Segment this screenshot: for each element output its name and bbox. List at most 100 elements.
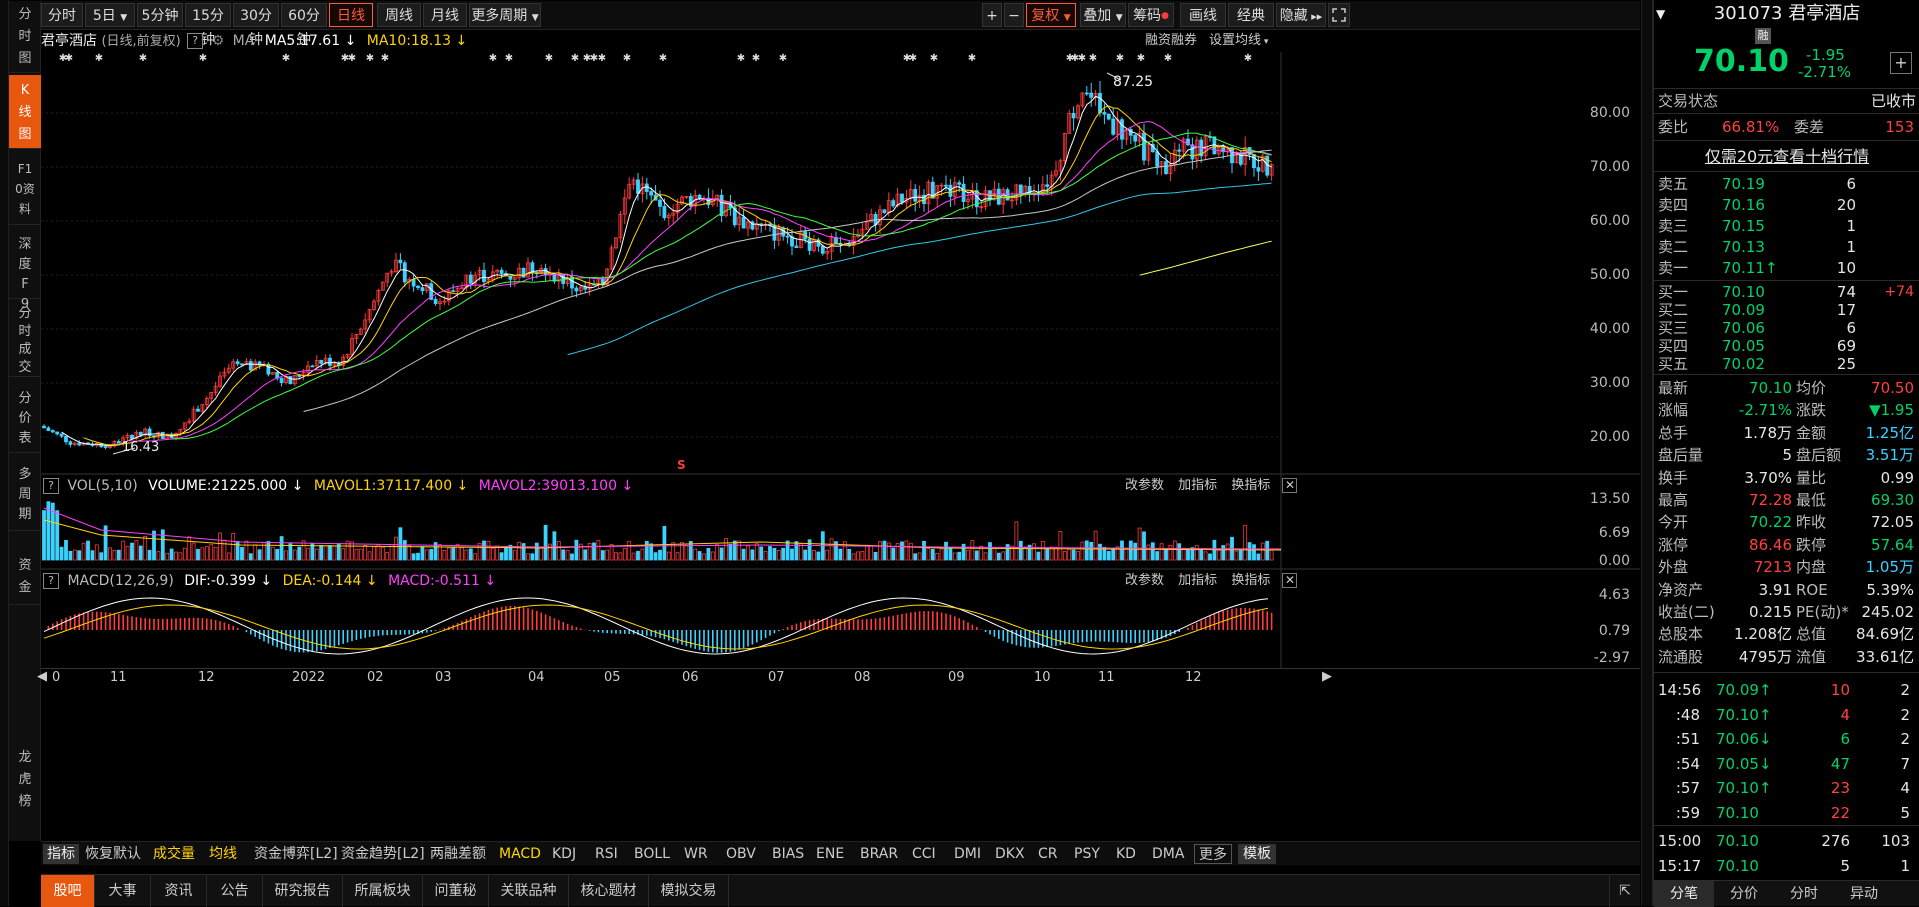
ind-ene[interactable]: ENE [816, 844, 844, 864]
classic-button[interactable]: 经典 [1228, 3, 1274, 27]
level2-promo-link[interactable]: 仅需20元查看十档行情 [1654, 146, 1919, 168]
ind-more[interactable]: 更多 [1194, 844, 1232, 864]
ind-obv[interactable]: OBV [726, 844, 756, 864]
ind-cr[interactable]: CR [1038, 844, 1058, 864]
close-icon[interactable]: ✕ [1282, 478, 1298, 493]
period-weekly[interactable]: 周线 [377, 3, 421, 27]
help-button[interactable]: ? [43, 573, 59, 589]
macd-add-indicator[interactable]: 加指标 [1178, 573, 1217, 588]
left-nav: 分时图 K线图 F10资料 深度F9 分时成交 分价表 多周期 资金 龙虎榜 [9, 1, 41, 841]
nav-trades[interactable]: 分时成交 [9, 301, 41, 377]
vol-add-indicator[interactable]: 加指标 [1178, 478, 1217, 493]
tab-announcements[interactable]: 公告 [207, 875, 263, 907]
period-5min[interactable]: 5分钟 [137, 3, 183, 27]
nav-price-table[interactable]: 分价表 [9, 379, 41, 453]
tab-related[interactable]: 关联品种 [489, 875, 569, 907]
macd-switch-indicator[interactable]: 换指标 [1231, 573, 1270, 588]
overlay-button[interactable]: 叠加 ▼ [1080, 3, 1126, 27]
adjust-button[interactable]: 复权 ▼ [1026, 3, 1076, 27]
ask-row[interactable]: 卖三 70.15 1 [1654, 216, 1919, 237]
ind-boll[interactable]: BOLL [634, 844, 670, 864]
period-15min[interactable]: 15分钟 [185, 3, 231, 48]
period-60min[interactable]: 60分钟 [281, 3, 327, 48]
period-monthly[interactable]: 月线 [423, 3, 467, 27]
close-icon[interactable]: ✕ [1282, 573, 1298, 588]
ask-row[interactable]: 卖四 70.16 20 [1654, 195, 1919, 216]
indicator-menu[interactable]: 指标 [43, 844, 79, 864]
right-edge-handle[interactable] [1641, 0, 1653, 906]
ind-template[interactable]: 模板 [1238, 844, 1276, 864]
period-more[interactable]: 更多周期 ▼ [469, 3, 541, 27]
ind-kdj[interactable]: KDJ [552, 844, 576, 864]
scroll-right-icon[interactable]: ▶ [1322, 669, 1332, 684]
vol-edit-params[interactable]: 改参数 [1125, 478, 1164, 493]
tab-ask-board[interactable]: 问董秘 [423, 875, 489, 907]
bid-row[interactable]: 买二 70.09 17 [1654, 301, 1919, 319]
ind-psy[interactable]: PSY [1074, 844, 1100, 864]
volume-bar [182, 547, 187, 561]
bid-row[interactable]: 买四 70.05 69 [1654, 337, 1919, 355]
nav-fenshi[interactable]: 分时图 [9, 1, 41, 73]
expand-panel-icon[interactable]: ⇱ [1609, 875, 1640, 907]
ind-margin-diff[interactable]: 两融差额 [430, 844, 486, 864]
nav-f10[interactable]: F10资料 [9, 151, 41, 225]
reset-default[interactable]: 恢复默认 [85, 844, 141, 864]
period-30min[interactable]: 30分钟 [233, 3, 279, 48]
ind-rsi[interactable]: RSI [595, 844, 618, 864]
ind-dmi[interactable]: DMI [954, 844, 981, 864]
ask-row[interactable]: 卖一 70.11↑ 10 [1654, 258, 1919, 279]
fullscreen-icon[interactable] [1328, 3, 1350, 27]
macd-edit-params[interactable]: 改参数 [1125, 573, 1164, 588]
period-daily[interactable]: 日线 [329, 3, 373, 27]
ind-wr[interactable]: WR [684, 844, 708, 864]
zoom-out-button[interactable]: − [1004, 3, 1024, 27]
period-5day[interactable]: 5日 ▼ [85, 3, 135, 27]
bid-row[interactable]: 买三 70.06 6 [1654, 319, 1919, 337]
ind-dkx[interactable]: DKX [995, 844, 1025, 864]
period-fenshi[interactable]: 分时 [41, 3, 83, 27]
tab-intraday[interactable]: 分时 [1774, 881, 1834, 907]
ask-row[interactable]: 卖五 70.19 6 [1654, 174, 1919, 195]
nav-multi-period[interactable]: 多周期 [9, 455, 41, 531]
bid-row[interactable]: 买五 70.02 25 [1654, 355, 1919, 373]
time-axis[interactable]: ◀ 0 11 12 2022 02 03 04 05 06 07 08 09 1… [37, 668, 1640, 688]
ind-kd[interactable]: KD [1116, 844, 1136, 864]
kline-chart-area[interactable]: 君亭酒店 (日线,前复权) ? ⚙ MA MA5:17.61 ↓ MA10:18… [37, 30, 1640, 840]
ind-bias[interactable]: BIAS [772, 844, 804, 864]
ind-cci[interactable]: CCI [912, 844, 936, 864]
chevron-down-icon[interactable]: ▼ [1656, 2, 1665, 26]
tab-events[interactable]: 大事 [95, 875, 151, 907]
left-edge-handle[interactable] [0, 0, 9, 906]
nav-capital[interactable]: 资金 [9, 533, 41, 605]
volume-bar [1269, 549, 1274, 561]
help-button[interactable]: ? [43, 478, 59, 494]
tab-news[interactable]: 资讯 [151, 875, 207, 907]
zoom-in-button[interactable]: + [982, 3, 1002, 27]
add-watchlist-button[interactable]: + [1890, 52, 1912, 74]
tab-anomaly[interactable]: 异动 [1834, 881, 1894, 907]
chips-button[interactable]: 筹码● [1128, 3, 1174, 27]
draw-line-button[interactable]: 画线 [1180, 3, 1226, 27]
bid-row[interactable]: 买一 70.10 74 +74 [1654, 283, 1919, 301]
ind-macd[interactable]: MACD [499, 844, 541, 864]
vol-switch-indicator[interactable]: 换指标 [1231, 478, 1270, 493]
tab-research[interactable]: 研究报告 [263, 875, 343, 907]
nav-depth[interactable]: 深度F9 [9, 227, 41, 312]
tab-price-dist[interactable]: 分价 [1714, 881, 1774, 907]
ind-capital-trend[interactable]: 资金趋势[L2] [341, 844, 425, 864]
ask-row[interactable]: 卖二 70.13 1 [1654, 237, 1919, 258]
ind-brar[interactable]: BRAR [860, 844, 898, 864]
ind-dma[interactable]: DMA [1152, 844, 1184, 864]
ind-volume[interactable]: 成交量 [153, 844, 195, 864]
tab-sim-trade[interactable]: 模拟交易 [649, 875, 729, 907]
ind-ma[interactable]: 均线 [209, 844, 237, 864]
tab-ticks[interactable]: 分笔 [1654, 881, 1714, 907]
tab-core-topics[interactable]: 核心题材 [569, 875, 649, 907]
nav-dragon-tiger[interactable]: 龙虎榜 [9, 607, 41, 841]
nav-kline[interactable]: K线图 [9, 75, 41, 149]
ind-capital-game[interactable]: 资金博弈[L2] [254, 844, 338, 864]
hide-button[interactable]: 隐藏 ▸▸ [1276, 3, 1326, 27]
tab-sectors[interactable]: 所属板块 [343, 875, 423, 907]
scroll-left-icon[interactable]: ◀ [37, 669, 47, 684]
tab-guba[interactable]: 股吧 [41, 875, 95, 907]
